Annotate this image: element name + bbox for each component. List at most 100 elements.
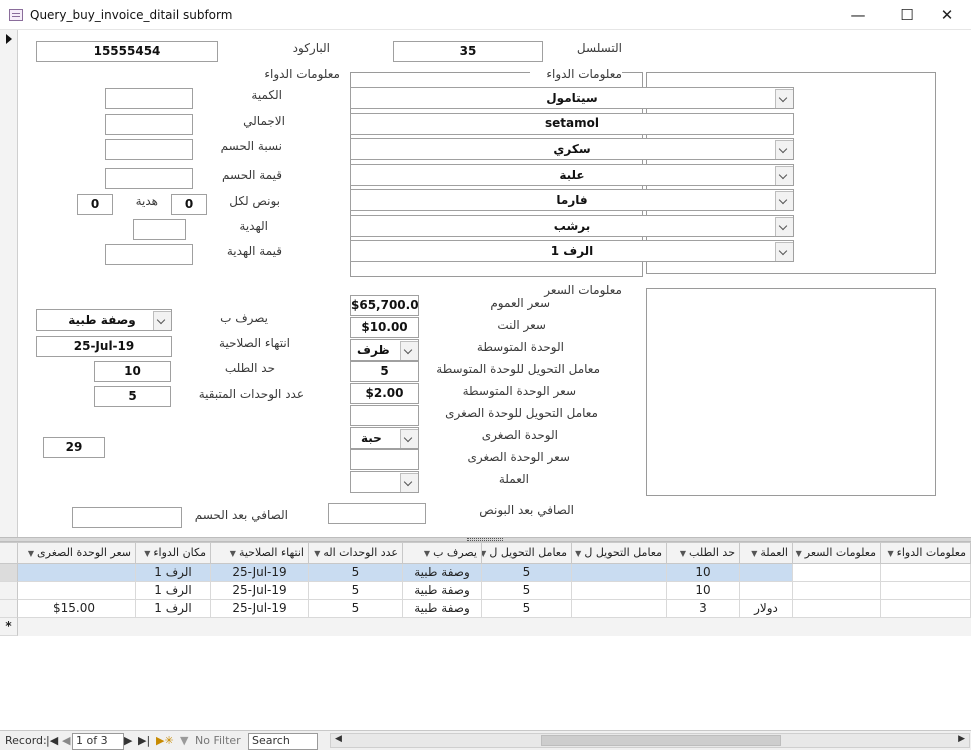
order-limit-field[interactable]: 10 <box>94 361 171 382</box>
table-cell[interactable] <box>881 582 971 600</box>
table-cell[interactable]: 5 <box>309 582 403 600</box>
table-cell[interactable]: 10 <box>667 582 740 600</box>
mid-conv-field[interactable]: 5 <box>350 361 419 382</box>
table-row[interactable]: دولار 3 5 وصفة طبية 5 25-Jul-19 الرف 1 $… <box>0 600 971 618</box>
scroll-right-icon[interactable]: ▶ <box>958 734 965 744</box>
table-cell[interactable]: وصفة طبية <box>403 600 482 618</box>
filter-icon[interactable]: ▼ <box>180 734 188 747</box>
drug-form-combo[interactable]: سكري <box>350 138 794 160</box>
table-cell[interactable] <box>740 564 793 582</box>
dispensed-by-combo[interactable]: وصفة طبية <box>36 309 172 331</box>
record-selector[interactable] <box>0 30 18 537</box>
table-cell[interactable] <box>18 564 136 582</box>
net-price-field[interactable]: $10.00 <box>350 317 419 338</box>
gift-value-field[interactable] <box>105 244 193 265</box>
close-button[interactable]: ✕ <box>924 0 970 30</box>
table-cell[interactable]: 5 <box>482 600 572 618</box>
table-cell[interactable]: 5 <box>309 564 403 582</box>
table-row[interactable]: 10 5 وصفة طبية 5 25-Jul-19 الرف 1 <box>0 582 971 600</box>
scientific-name-field[interactable]: setamol <box>350 113 794 135</box>
net-after-discount-field[interactable] <box>72 507 182 528</box>
column-header[interactable]: يصرف ب▼ <box>403 543 482 564</box>
table-cell[interactable]: الرف 1 <box>136 600 211 618</box>
column-header[interactable]: انتهاء الصلاحية▼ <box>211 543 309 564</box>
row-selector[interactable] <box>0 582 18 600</box>
total-field[interactable] <box>105 114 193 135</box>
select-all-corner[interactable] <box>0 543 18 564</box>
search-input[interactable]: Search <box>248 733 318 750</box>
new-record-icon[interactable]: ▶✳ <box>156 734 174 747</box>
table-cell[interactable] <box>572 582 667 600</box>
counter-field[interactable]: 29 <box>43 437 105 458</box>
horizontal-scrollbar[interactable]: ◀ ▶ <box>330 733 970 748</box>
table-cell[interactable]: وصفة طبية <box>403 582 482 600</box>
serial-field[interactable]: 35 <box>393 41 543 62</box>
table-cell[interactable] <box>572 564 667 582</box>
first-record-icon[interactable]: |◀ <box>46 734 58 747</box>
barcode-field[interactable]: 15555454 <box>36 41 218 62</box>
company-combo[interactable]: فارما <box>350 189 794 211</box>
expiry-field[interactable]: 25-Jul-19 <box>36 336 172 357</box>
chevron-down-icon[interactable] <box>775 166 793 185</box>
column-header[interactable]: حد الطلب▼ <box>667 543 740 564</box>
chevron-down-icon[interactable] <box>153 311 171 330</box>
drug-name-combo[interactable]: سيتامول <box>350 87 794 109</box>
table-cell[interactable] <box>793 600 881 618</box>
chevron-down-icon[interactable] <box>400 341 418 360</box>
mid-unit-combo[interactable]: ظرف <box>350 339 419 361</box>
chevron-down-icon[interactable] <box>400 473 418 492</box>
column-header[interactable]: معامل التحويل ل▼ <box>482 543 572 564</box>
table-cell[interactable]: الرف 1 <box>136 582 211 600</box>
quantity-field[interactable] <box>105 88 193 109</box>
table-cell[interactable]: 25-Jul-19 <box>211 582 309 600</box>
table-cell[interactable] <box>572 600 667 618</box>
table-cell[interactable] <box>881 600 971 618</box>
public-price-field[interactable]: $65,700.00 <box>350 295 419 316</box>
table-cell[interactable] <box>793 564 881 582</box>
small-price-field[interactable] <box>350 449 419 470</box>
scrollbar-thumb[interactable] <box>541 735 781 746</box>
package-combo[interactable]: علبة <box>350 164 794 186</box>
mid-price-field[interactable]: $2.00 <box>350 383 419 404</box>
column-header[interactable]: العملة▼ <box>740 543 793 564</box>
column-header[interactable]: معلومات الدواء▼ <box>881 543 971 564</box>
column-header[interactable]: عدد الوحدات اله▼ <box>309 543 403 564</box>
gift-count-field[interactable]: 0 <box>77 194 113 215</box>
table-cell[interactable] <box>740 582 793 600</box>
table-cell[interactable]: 25-Jul-19 <box>211 600 309 618</box>
column-header[interactable]: مكان الدواء▼ <box>136 543 211 564</box>
table-cell[interactable]: 25-Jul-19 <box>211 564 309 582</box>
column-header[interactable]: معامل التحويل ل▼ <box>572 543 667 564</box>
remaining-units-field[interactable]: 5 <box>94 386 171 407</box>
bonus-per-field[interactable]: 0 <box>171 194 207 215</box>
column-header[interactable]: سعر الوحدة الصغرى▼ <box>18 543 136 564</box>
row-selector[interactable] <box>0 564 18 582</box>
table-cell[interactable] <box>881 564 971 582</box>
table-cell[interactable]: 5 <box>482 564 572 582</box>
table-cell[interactable] <box>18 582 136 600</box>
table-cell[interactable]: $15.00 <box>18 600 136 618</box>
table-row[interactable]: 10 5 وصفة طبية 5 25-Jul-19 الرف 1 <box>0 564 971 582</box>
row-selector[interactable] <box>0 600 18 618</box>
scroll-left-icon[interactable]: ◀ <box>335 734 342 744</box>
table-cell[interactable] <box>793 582 881 600</box>
last-record-icon[interactable]: ▶| <box>138 734 150 747</box>
table-cell[interactable]: 3 <box>667 600 740 618</box>
small-conv-field[interactable] <box>350 405 419 426</box>
no-filter-button[interactable]: No Filter <box>195 734 241 747</box>
net-after-bonus-field[interactable] <box>328 503 426 524</box>
table-cell[interactable]: دولار <box>740 600 793 618</box>
chevron-down-icon[interactable] <box>775 242 793 261</box>
small-unit-combo[interactable]: حبة <box>350 427 419 449</box>
gift2-field[interactable] <box>133 219 186 240</box>
chevron-down-icon[interactable] <box>400 429 418 448</box>
chevron-down-icon[interactable] <box>775 140 793 159</box>
record-number-input[interactable]: 1 of 3 <box>72 733 124 750</box>
splitter-grip-icon[interactable] <box>467 538 503 541</box>
table-cell[interactable]: وصفة طبية <box>403 564 482 582</box>
chevron-down-icon[interactable] <box>775 89 793 108</box>
chevron-down-icon[interactable] <box>775 217 793 236</box>
table-cell[interactable]: 10 <box>667 564 740 582</box>
next-record-icon[interactable]: ▶ <box>124 734 132 747</box>
table-cell[interactable]: 5 <box>309 600 403 618</box>
